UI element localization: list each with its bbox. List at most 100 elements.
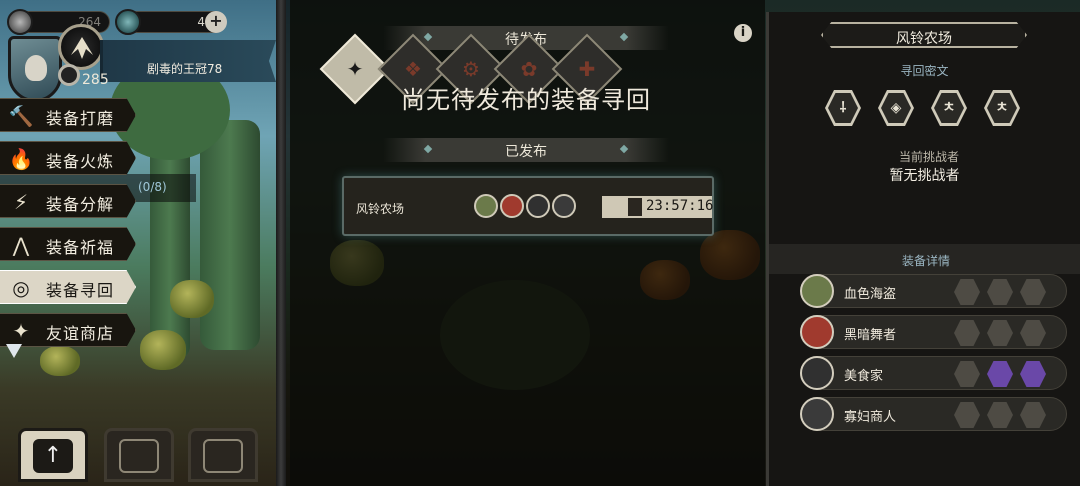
menu-item-3[interactable]: ⚡ 装备分解 — [0, 184, 136, 218]
scroll-button[interactable] — [104, 428, 174, 482]
hammer-icon: 🔨 — [8, 104, 34, 128]
sword-slot-icon[interactable] — [954, 320, 980, 346]
ring-slot-icon[interactable] — [1020, 320, 1046, 346]
menu-item-label: 装备打磨 — [46, 109, 115, 128]
gear-icon: ⚙ — [462, 57, 480, 81]
add-gem-button[interactable]: + — [205, 11, 227, 33]
menu-item-4[interactable]: ⋀ 装备祈福 — [0, 227, 136, 261]
hourglass-icon — [628, 198, 642, 216]
gem-value: 4 — [197, 15, 205, 29]
challenger-value: 暂无挑战者 — [889, 168, 960, 184]
merchant-avatar — [552, 194, 576, 218]
quest-timer-value: 23:57:16 — [646, 198, 714, 214]
equipment-name: 美食家 — [844, 369, 884, 384]
pirate-avatar — [474, 194, 498, 218]
list-button[interactable] — [188, 428, 258, 482]
armor-slot-icon[interactable] — [987, 361, 1013, 387]
equipment-name: 寡妇商人 — [844, 410, 897, 425]
equipment-row[interactable]: 黑暗舞者 — [800, 315, 1067, 349]
equipment-name: 血色海盗 — [844, 287, 897, 302]
quest-timer: 23:57:16 — [602, 196, 714, 218]
armor-slot-icon[interactable] — [987, 402, 1013, 428]
equip-header-band: 装备详情 — [769, 244, 1080, 274]
armor-slot-icon[interactable] — [987, 279, 1013, 305]
sword-slot-icon[interactable] — [954, 279, 980, 305]
menu-item-label: 装备祈福 — [46, 238, 115, 257]
menu-item-label: 友谊商店 — [46, 324, 115, 343]
cipher-rune-icon: ◈ — [878, 90, 914, 126]
quest-location-name: 风铃农场 — [356, 202, 405, 216]
equipment-name: 黑暗舞者 — [844, 328, 897, 343]
cipher-rune-icon: ⸸ — [825, 90, 861, 126]
menu-item-label: 装备分解 — [46, 195, 115, 214]
cipher-rune-glyph: ㅊ — [987, 93, 1017, 123]
empty-pending-message: 尚无待发布的装备寻回 — [401, 86, 651, 114]
fox-icon: ✦ — [346, 57, 364, 81]
cipher-label: 寻回密文 — [900, 64, 949, 78]
list-icon — [203, 439, 243, 473]
currency-bar: 264 4 + — [0, 9, 280, 36]
menu-item-1[interactable]: 🔨 装备打磨 — [0, 98, 136, 132]
menu-item-2[interactable]: 🔥 装备火炼 — [0, 141, 136, 175]
scroll-down-icon[interactable] — [6, 344, 22, 358]
detail-panel: 风铃农场 寻回密文 ⸸ ◈ ㅊㅊ 当前挑战者 暂无挑战者 装备详情 血色海盗黑暗舞者… — [766, 12, 1080, 486]
menu-item-label: 装备火炼 — [46, 152, 115, 171]
stamina-icon — [7, 9, 33, 35]
published-quest-card[interactable]: 风铃农场 23:57:16 — [342, 176, 714, 236]
equip-label: 装备详情 — [901, 254, 950, 268]
feather-icon — [119, 439, 159, 473]
ring-slot-icon[interactable] — [1020, 402, 1046, 428]
power-ring-icon — [58, 64, 80, 86]
published-header: 已发布 — [383, 138, 669, 162]
equipment-row[interactable]: 美食家 — [800, 356, 1067, 390]
equipment-avatar — [800, 356, 834, 390]
menu-item-6[interactable]: ✦ 友谊商店 — [0, 313, 136, 347]
sword-slot-icon[interactable] — [954, 361, 980, 387]
armor-slot-icon[interactable] — [987, 320, 1013, 346]
panel-divider — [276, 0, 286, 486]
sword-slot-icon[interactable] — [954, 402, 980, 428]
challenger-label: 当前挑战者 — [898, 150, 959, 164]
tree-trunk — [200, 120, 260, 350]
player-emblem-icon[interactable] — [58, 24, 104, 70]
break-icon: ⚡ — [13, 190, 29, 214]
cipher-rune-icon: ㅊ — [984, 90, 1020, 126]
gem-counter: 4 + — [115, 9, 227, 35]
pumpkin — [140, 330, 186, 370]
menu-item-label: 装备寻回 — [46, 281, 115, 300]
info-icon[interactable]: i — [734, 24, 752, 42]
equipment-avatar — [800, 315, 834, 349]
cipher-rune-glyph: ⸸ — [828, 93, 858, 123]
player-name: 剧毒的王冠78 — [147, 62, 223, 76]
mask-icon: ❖ — [404, 57, 422, 81]
ring-slot-icon[interactable] — [1020, 361, 1046, 387]
gourmet-avatar — [526, 194, 550, 218]
equipment-row[interactable]: 寡妇商人 — [800, 397, 1067, 431]
upload-arrow-icon: ↑ — [33, 439, 73, 473]
paw-icon: ✿ — [520, 57, 538, 81]
pumpkin — [40, 346, 80, 376]
fox-icon: ✦ — [12, 319, 30, 343]
power-value: 285 — [82, 72, 109, 88]
equipment-avatar — [800, 397, 834, 431]
menu-item-5[interactable]: ◎ 装备寻回 — [0, 270, 136, 304]
cipher-rune-glyph: ㅊ — [934, 93, 964, 123]
target-icon: ◎ — [12, 276, 30, 300]
skull-icon — [25, 55, 47, 81]
pumpkin — [170, 280, 214, 318]
gem-icon — [115, 9, 141, 35]
ring-slot-icon[interactable] — [1020, 279, 1046, 305]
player-name-banner[interactable]: 剧毒的王冠78 — [100, 40, 276, 82]
flame-icon: 🔥 — [8, 147, 34, 171]
equipment-row[interactable]: 血色海盗 — [800, 274, 1067, 308]
pray-icon: ⋀ — [12, 233, 30, 257]
cipher-rune-icon: ㅊ — [931, 90, 967, 126]
equipment-avatar — [800, 274, 834, 308]
quest-progress-text: (0/8) — [138, 180, 167, 194]
cipher-rune-glyph: ◈ — [881, 93, 911, 123]
upload-button[interactable]: ↑ — [18, 428, 88, 482]
gift-icon: ✚ — [578, 57, 596, 81]
guild-shield-icon[interactable] — [8, 36, 62, 102]
detail-title-banner: 风铃农场 — [821, 22, 1027, 48]
dancer-avatar — [500, 194, 524, 218]
